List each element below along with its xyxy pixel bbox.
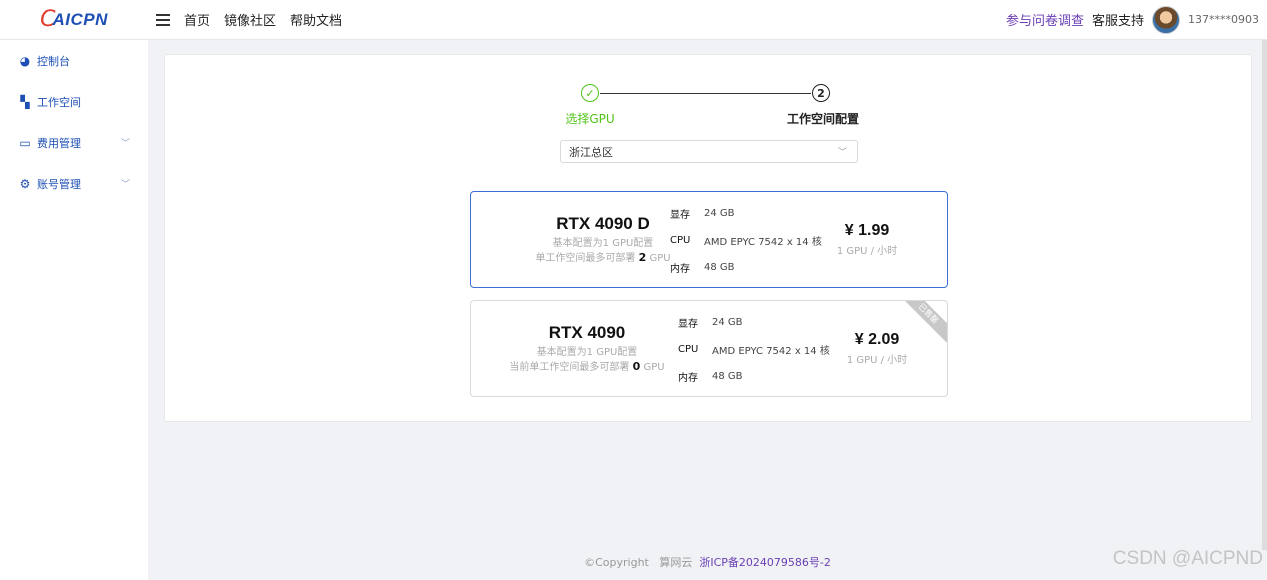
footer-copyright: ©Copyright [584,556,649,569]
check-icon[interactable]: ✓ [581,84,599,102]
sidebar-item-workspace[interactable]: ▚ 工作空间 [0,81,148,122]
top-bar: C AICPN 首页 镜像社区 帮助文档 参与问卷调查 客服支持 137****… [0,0,1267,40]
sidebar-item-label: 费用管理 [37,136,81,150]
spec-key: CPU [670,235,691,246]
survey-link[interactable]: 参与问卷调查 [1006,10,1084,29]
gpu-max-count: 2 [638,250,647,264]
workspace-icon: ▚ [20,94,30,109]
spec-key: 显存 [670,210,690,221]
spec-key: CPU [678,344,699,355]
gpu-name: RTX 4090 [548,323,626,342]
footer: ©Copyright 算网云 浙ICP备2024079586号-2 [148,554,1267,570]
steps: ✓ 2 选择GPU 工作空间配置 [559,84,869,134]
footer-company: 算网云 [659,556,693,569]
sidebar: ◕ 控制台 ▚ 工作空间 ▭ 费用管理 ﹀ ⚙ 账号管理 ﹀ [0,40,148,580]
gpu-price: ¥ 1.99 1 GPU / 小时 [827,222,907,257]
logo[interactable]: C AICPN [0,0,148,40]
spec-cpu: AMD EPYC 7542 x 14 核 [712,346,830,357]
step-connector [600,93,811,94]
support-link[interactable]: 客服支持 [1092,10,1144,29]
gpu-card-rtx-4090[interactable]: RTX 4090 基本配置为1 GPU配置 当前单工作空间最多可部署 0 GPU… [470,300,948,397]
sidebar-item-account[interactable]: ⚙ 账号管理 ﹀ [0,163,148,204]
chevron-down-icon: ﹀ [120,139,130,149]
avatar[interactable] [1152,5,1180,34]
nav-help-docs[interactable]: 帮助文档 [290,10,342,29]
dashboard-icon: ◕ [19,53,31,68]
gpu-sub: 基本配置为1 GPU配置 当前单工作空间最多可部署 0 GPU [487,346,687,374]
step2-number[interactable]: 2 [812,84,830,102]
step1-label[interactable]: 选择GPU [559,110,621,127]
nav-image-community[interactable]: 镜像社区 [224,10,276,29]
region-select[interactable]: 浙江总区 ﹀ [560,140,858,163]
gpu-card-rtx-4090-d[interactable]: RTX 4090 D 基本配置为1 GPU配置 单工作空间最多可部署 2 GPU… [470,191,948,288]
main-card: ✓ 2 选择GPU 工作空间配置 浙江总区 ﹀ RTX 4090 D 基本配置为… [164,54,1252,422]
sidebar-item-label: 账号管理 [37,177,81,191]
gpu-specs: 显存 24 GB CPU AMD EPYC 7542 x 14 核 内存 48 GB [678,309,830,390]
nav-home[interactable]: 首页 [184,10,210,29]
gpu-specs: 显存 24 GB CPU AMD EPYC 7542 x 14 核 内存 48 GB [670,200,822,281]
gear-icon: ⚙ [19,176,31,191]
sidebar-item-label: 控制台 [37,54,70,68]
spec-vram: 24 GB [712,317,743,328]
price-unit: 1 GPU / 小时 [846,355,908,366]
spec-key: 内存 [678,373,698,384]
top-nav: 首页 镜像社区 帮助文档 [184,10,342,29]
top-right: 参与问卷调查 客服支持 137****0903 [1006,5,1267,34]
user-phone[interactable]: 137****0903 [1188,13,1259,26]
gpu-base-config: 基本配置为1 GPU配置 [536,347,638,358]
sidebar-item-console[interactable]: ◕ 控制台 [0,40,148,81]
spec-key: 显存 [678,319,698,330]
chevron-down-icon: ﹀ [120,180,130,190]
chevron-down-icon: ﹀ [837,148,847,158]
gpu-max-deploy: 当前单工作空间最多可部署 0 GPU [509,359,665,373]
watermark: CSDN @AICPND [1112,548,1263,569]
scrollbar[interactable] [1262,40,1267,550]
spec-vram: 24 GB [704,208,735,219]
menu-toggle-icon[interactable] [156,13,170,26]
spec-key: 内存 [670,264,690,275]
spec-mem: 48 GB [712,371,743,382]
gpu-max-count: 0 [632,359,641,373]
region-select-value: 浙江总区 [569,145,613,159]
gpu-price: ¥ 2.09 1 GPU / 小时 [837,331,917,366]
logo-text: AICPN [52,9,108,29]
price-value: ¥ 2.09 [854,331,900,348]
price-value: ¥ 1.99 [844,222,890,239]
spec-cpu: AMD EPYC 7542 x 14 核 [704,237,822,248]
step2-label: 工作空间配置 [786,112,859,126]
sidebar-item-billing[interactable]: ▭ 费用管理 ﹀ [0,122,148,163]
sidebar-item-label: 工作空间 [37,95,81,109]
spec-mem: 48 GB [704,262,735,273]
footer-icp-link[interactable]: 浙ICP备2024079586号-2 [699,556,831,569]
gpu-summary: RTX 4090 基本配置为1 GPU配置 当前单工作空间最多可部署 0 GPU [487,323,687,374]
price-unit: 1 GPU / 小时 [836,246,898,257]
billing-icon: ▭ [19,135,31,150]
